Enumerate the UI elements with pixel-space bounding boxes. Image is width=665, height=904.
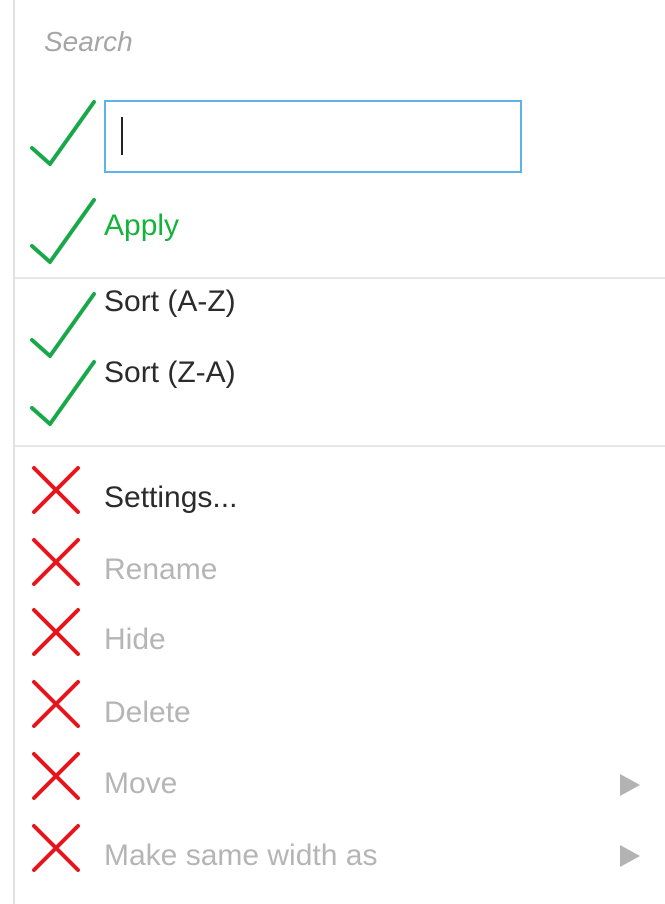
text-caret (121, 117, 123, 155)
search-label: Search (44, 26, 133, 57)
sort-a-z-item[interactable]: Sort (A-Z) (104, 282, 236, 322)
red-x-icon (32, 538, 80, 586)
green-check-icon (30, 360, 96, 426)
menu-divider (15, 277, 665, 279)
delete-item[interactable]: Delete (104, 693, 191, 733)
make-same-width-item[interactable]: Make same width as (104, 836, 377, 876)
submenu-arrow-icon (620, 774, 640, 796)
red-x-icon (32, 752, 80, 800)
move-item[interactable]: Move (104, 764, 177, 804)
green-check-icon (30, 198, 96, 264)
green-check-icon (30, 100, 96, 166)
red-x-icon (32, 466, 80, 514)
settings-item[interactable]: Settings... (104, 478, 237, 518)
hide-item[interactable]: Hide (104, 620, 166, 660)
red-x-icon (32, 608, 80, 656)
red-x-icon (32, 824, 80, 872)
menu-divider (15, 445, 665, 447)
red-x-icon (32, 680, 80, 728)
apply-button[interactable]: Apply (104, 206, 179, 246)
menu-left-border (13, 0, 15, 904)
search-input[interactable] (104, 100, 522, 173)
submenu-arrow-icon (620, 845, 640, 867)
rename-item[interactable]: Rename (104, 550, 217, 590)
sort-z-a-item[interactable]: Sort (Z-A) (104, 353, 236, 393)
green-check-icon (30, 292, 96, 358)
